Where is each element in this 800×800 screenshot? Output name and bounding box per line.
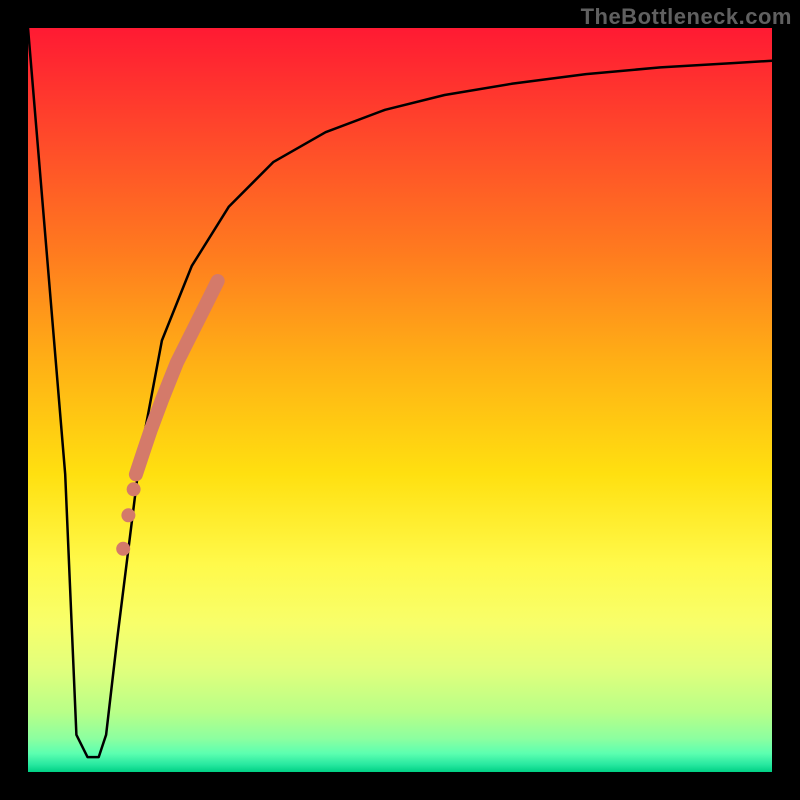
bottleneck-curve xyxy=(28,28,772,757)
highlight-dot xyxy=(116,542,130,556)
highlight-dot xyxy=(121,508,135,522)
highlighted-range xyxy=(136,281,218,474)
watermark-text: TheBottleneck.com xyxy=(581,4,792,30)
highlighted-dots xyxy=(116,482,140,556)
chart-svg xyxy=(28,28,772,772)
chart-container: TheBottleneck.com xyxy=(0,0,800,800)
highlight-dot xyxy=(127,482,141,496)
